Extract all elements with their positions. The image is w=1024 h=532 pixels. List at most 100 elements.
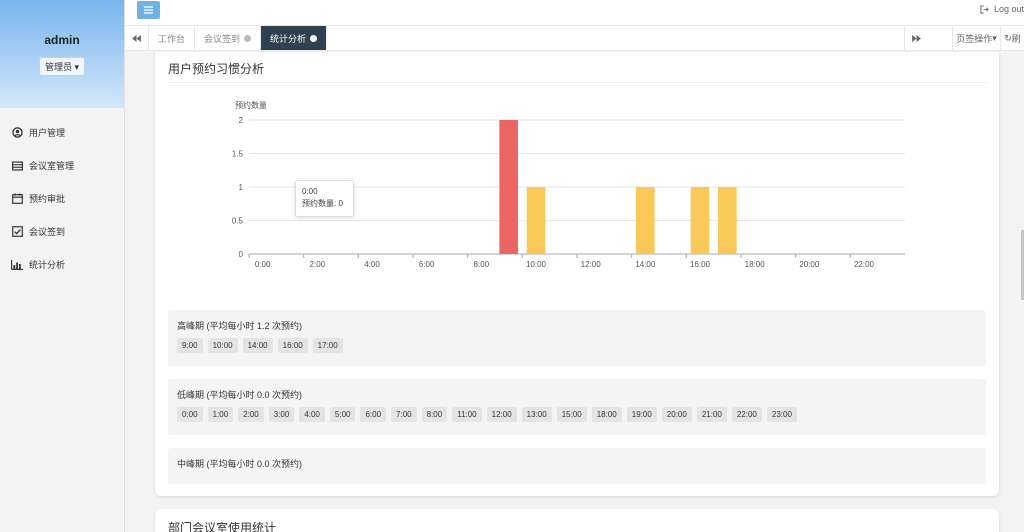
tab-meeting-checkin[interactable]: 会议签到 [195,26,262,50]
sidebar: admin 管理员 ▾ 用户管理 会议室管理 预约审批 会议签到 统计分析 [0,0,125,532]
logout-link[interactable]: Log out [980,4,1024,14]
x-tick-label: 18:00 [745,260,766,269]
refresh-button[interactable]: ↻ 刷 [1000,26,1024,50]
hour-chip: 4:00 [299,407,325,422]
bar [636,187,655,254]
hour-chip: 20:00 [661,407,692,422]
x-tick-label: 4:00 [364,260,380,269]
hour-chip: 21:00 [696,407,727,422]
x-tick-label: 2:00 [310,260,326,269]
hour-chip: 0:00 [177,407,203,422]
bar [690,187,710,254]
hour-chip: 18:00 [591,407,622,422]
hour-chip: 1:00 [207,407,234,422]
hour-chip: 14:00 [242,338,273,353]
forward-icon [912,34,921,42]
high-peak-block: 高峰期 (平均每小时 1.2 次预约) 9:00 10:00 14:00 16:00 1… [168,310,986,366]
y-tick-label: 0.5 [232,217,244,226]
peak-hours: 9:00 10:00 14:00 16:00 17:00 [177,338,977,353]
tooltip-value: 预约数量: 0 [302,199,343,209]
x-tick-label: 20:00 [799,260,820,269]
x-tick-label: 14:00 [635,260,656,269]
tab-list: 工作台 会议签到 统计分析 [149,26,328,50]
tooltip-time: 0:00 [302,187,318,196]
divider [168,82,986,83]
backward-icon [132,34,141,42]
logout-label: Log out [993,4,1024,14]
hour-chip: 2:00 [238,407,264,422]
role-dropdown[interactable]: 管理员 ▾ [38,57,86,76]
y-tick-label: 0 [239,250,244,259]
y-tick-label: 2 [239,116,244,125]
hour-chip: 17:00 [312,338,343,353]
panel-title: 部门会议室使用统计 [168,521,277,532]
role-label: 管理员 [44,62,72,72]
sidebar-item-rooms[interactable]: 会议室管理 [0,149,124,182]
list-icon [11,160,23,172]
user-circle-icon [11,127,23,139]
tab-ops-label: 页签操作 [956,33,993,44]
hamburger-icon [144,6,153,14]
calendar-icon [11,193,23,205]
peak-hours: 0:00 1:00 2:00 3:00 4:00 5:00 6:00 7:00 8:00 11:0… [177,407,977,422]
sidebar-item-statistics[interactable]: 统计分析 [0,248,124,281]
hour-chip: 10:00 [207,338,238,353]
mid-peak-block: 中峰期 (平均每小时 0.0 次预约) [168,448,986,484]
user-name: admin [44,33,80,47]
sidebar-item-users[interactable]: 用户管理 [0,116,124,149]
y-tick-label: 1.5 [232,150,244,159]
tab-scroll-left-button[interactable] [125,26,149,50]
tab-operations-dropdown[interactable]: 页签操作 ▾ [952,26,1000,50]
hour-chip: 12:00 [486,407,517,422]
sidebar-item-label: 统计分析 [29,260,66,270]
caret-down-icon: ▾ [992,32,997,43]
peak-title: 低峰期 (平均每小时 0.0 次预约) [177,390,303,400]
hour-chip: 8:00 [421,407,448,422]
tabs-bar: 工作台 会议签到 统计分析 页签操作 ▾ ↻ 刷 [125,26,1024,51]
sign-out-icon [980,4,989,14]
x-tick-label: 12:00 [581,260,602,269]
bar-chart-icon [11,259,23,271]
y-tick-label: 1 [239,183,244,192]
bar [718,187,737,254]
low-peak-block: 低峰期 (平均每小时 0.0 次预约) 0:00 1:00 2:00 3:00 4:00… [168,379,986,435]
tab-dashboard[interactable]: 工作台 [149,26,196,50]
tab-label: 会议签到 [204,33,241,44]
tab-scroll-right-button[interactable] [904,26,928,50]
hour-chip: 22:00 [731,407,762,422]
hour-chip: 15:00 [556,407,587,422]
x-tick-label: 6:00 [419,260,435,269]
hour-chip: 6:00 [360,407,387,422]
chart-tooltip: 0:00 预约数量: 0 [295,180,354,217]
peak-title: 高峰期 (平均每小时 1.2 次预约) [177,321,303,331]
top-bar: Log out [125,0,1024,26]
tab-label: 工作台 [158,33,186,44]
hour-chip: 16:00 [277,338,308,353]
hour-chip: 3:00 [268,407,295,422]
x-tick-label: 10:00 [526,260,547,269]
bar [499,120,518,254]
sidebar-item-approval[interactable]: 预约审批 [0,182,124,215]
hour-chip: 13:00 [521,407,552,422]
peak-title: 中峰期 (平均每小时 0.0 次预约) [177,459,303,469]
sidebar-item-label: 会议室管理 [29,161,75,171]
profile-header: admin 管理员 ▾ [0,0,124,108]
tab-statistics[interactable]: 统计分析 [261,26,328,50]
close-tab-icon[interactable] [244,34,252,42]
x-tick-label: 22:00 [854,260,875,269]
x-tick-label: 16:00 [690,260,711,269]
hour-chip: 7:00 [391,407,417,422]
hour-chip: 23:00 [766,407,797,422]
sidebar-item-label: 预约审批 [29,194,66,204]
menu-toggle-button[interactable] [137,1,160,19]
close-tab-icon[interactable] [310,34,318,42]
x-tick-label: 0:00 [255,260,271,269]
x-tick-label: 8:00 [474,260,490,269]
sidebar-item-checkin[interactable]: 会议签到 [0,215,124,248]
y-axis-label: 预约数量 [235,100,267,110]
sidebar-item-label: 会议签到 [29,227,66,237]
panel-title: 用户预约习惯分析 [168,62,265,76]
department-usage-panel: 部门会议室使用统计 [155,509,999,532]
hour-chip: 19:00 [626,407,657,422]
refresh-label: 刷 [1011,33,1021,44]
